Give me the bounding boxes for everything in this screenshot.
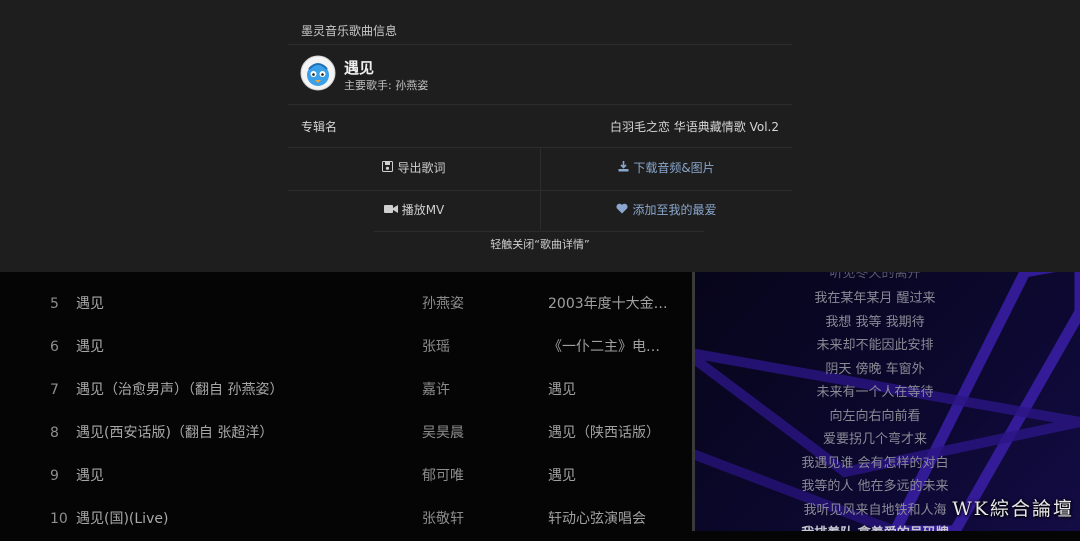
button-separator [540, 148, 541, 190]
export-lyrics-label: 导出歌词 [397, 161, 446, 175]
lyric-line: 我遇见谁 会有怎样的对白 [801, 456, 949, 471]
row-number: 8 [50, 425, 59, 441]
row-album[interactable]: 遇见（陕西话版） [548, 412, 660, 455]
row-album[interactable]: 2003年度十大金… [548, 283, 668, 326]
lyrics-panel: 听见冬天的离开 我在某年某月 醒过来 我想 我等 我期待 未来却不能因此安排 阴… [695, 272, 1080, 531]
lyric-line: 我等的人 他在多远的未来 [801, 479, 949, 494]
song-row[interactable]: 7 遇见（治愈男声）（翻自 孙燕姿） 嘉许 遇见 [0, 369, 692, 412]
heart-icon [616, 190, 629, 231]
separator [374, 231, 704, 232]
song-info-card: 墨灵音乐歌曲信息 遇见 主要歌手: 孙燕姿 专辑名 白羽毛之恋 华语典藏情歌 V… [288, 0, 792, 272]
lyric-line: 爱要拐几个弯才来 [822, 432, 927, 447]
add-favorite-button[interactable]: 添加至我的最爱 [541, 190, 792, 231]
row-number: 9 [50, 468, 59, 484]
lyric-line: 我在某年某月 醒过来 [814, 291, 936, 306]
row-artist[interactable]: 张敬轩 [422, 498, 464, 541]
row-album[interactable]: 《一仆二主》电… [548, 326, 660, 369]
play-mv-button[interactable]: 播放MV [288, 190, 540, 231]
lyric-line: 我想 我等 我期待 [825, 315, 925, 330]
save-icon [382, 148, 394, 189]
button-separator [540, 190, 541, 230]
row-artist[interactable]: 吴昊晨 [422, 412, 464, 455]
video-icon [383, 190, 398, 231]
song-row[interactable]: 8 遇见(西安话版)（翻自 张超洋） 吴昊晨 遇见（陕西话版） [0, 412, 692, 455]
app-logo-icon [300, 55, 336, 91]
row-artist[interactable]: 孙燕姿 [422, 283, 464, 326]
add-favorite-label: 添加至我的最爱 [632, 203, 717, 217]
play-mv-label: 播放MV [401, 203, 445, 217]
row-number: 10 [50, 511, 68, 527]
row-number: 6 [50, 339, 59, 355]
song-row[interactable]: 5 遇见 孙燕姿 2003年度十大金… [0, 283, 692, 326]
lyric-line: 未来却不能因此安排 [816, 338, 934, 353]
row-number: 7 [50, 382, 59, 398]
row-artist[interactable]: 郁可唯 [422, 455, 464, 498]
album-label: 专辑名 [301, 120, 338, 134]
album-value: 白羽毛之恋 华语典藏情歌 Vol.2 [609, 120, 779, 134]
song-row[interactable]: 10 遇见(国)(Live) 张敬轩 轩动心弦演唱会 [0, 498, 692, 541]
song-info-overlay[interactable]: 墨灵音乐歌曲信息 遇见 主要歌手: 孙燕姿 专辑名 白羽毛之恋 华语典藏情歌 V… [0, 0, 1080, 272]
export-lyrics-button[interactable]: 导出歌词 [288, 148, 540, 189]
lyric-line-current: 我排着队 拿着爱的号码牌 [695, 522, 1055, 531]
row-title: 遇见(国)(Live) [76, 511, 169, 527]
lyric-line: 阴天 傍晚 车窗外 [825, 362, 925, 377]
download-icon [618, 148, 629, 189]
row-title: 遇见（治愈男声）（翻自 孙燕姿） [76, 382, 284, 398]
song-row[interactable]: 6 遇见 张瑶 《一仆二主》电… [0, 326, 692, 369]
song-title: 遇见 [344, 59, 375, 77]
row-artist[interactable]: 张瑶 [422, 326, 450, 369]
separator [288, 44, 792, 45]
song-artist: 主要歌手: 孙燕姿 [344, 79, 429, 92]
song-list: 5 遇见 孙燕姿 2003年度十大金… 6 遇见 张瑶 《一仆二主》电… 7 遇… [0, 272, 692, 531]
separator [288, 104, 792, 105]
download-label: 下载音频&图片 [633, 161, 715, 175]
row-title: 遇见(西安话版)（翻自 张超洋） [76, 425, 274, 441]
row-album[interactable]: 遇见 [548, 369, 576, 412]
row-title: 遇见 [76, 339, 104, 355]
close-details-link[interactable]: 轻触关闭“歌曲详情” [288, 236, 792, 252]
row-album[interactable]: 遇见 [548, 455, 576, 498]
overlay-title: 墨灵音乐歌曲信息 [301, 24, 398, 38]
row-title: 遇见 [76, 468, 104, 484]
forum-watermark: WK綜合論壇 [952, 498, 1074, 520]
row-title: 遇见 [76, 296, 104, 312]
download-button[interactable]: 下载音频&图片 [541, 148, 792, 189]
lyric-line: 向左向右向前看 [829, 409, 921, 424]
lyric-line: 听见冬天的离开 [829, 272, 921, 281]
row-album[interactable]: 轩动心弦演唱会 [548, 498, 646, 541]
row-number: 5 [50, 296, 59, 312]
row-artist[interactable]: 嘉许 [422, 369, 450, 412]
song-row[interactable]: 9 遇见 郁可唯 遇见 [0, 455, 692, 498]
lyric-line: 未来有一个人在等待 [816, 385, 934, 400]
